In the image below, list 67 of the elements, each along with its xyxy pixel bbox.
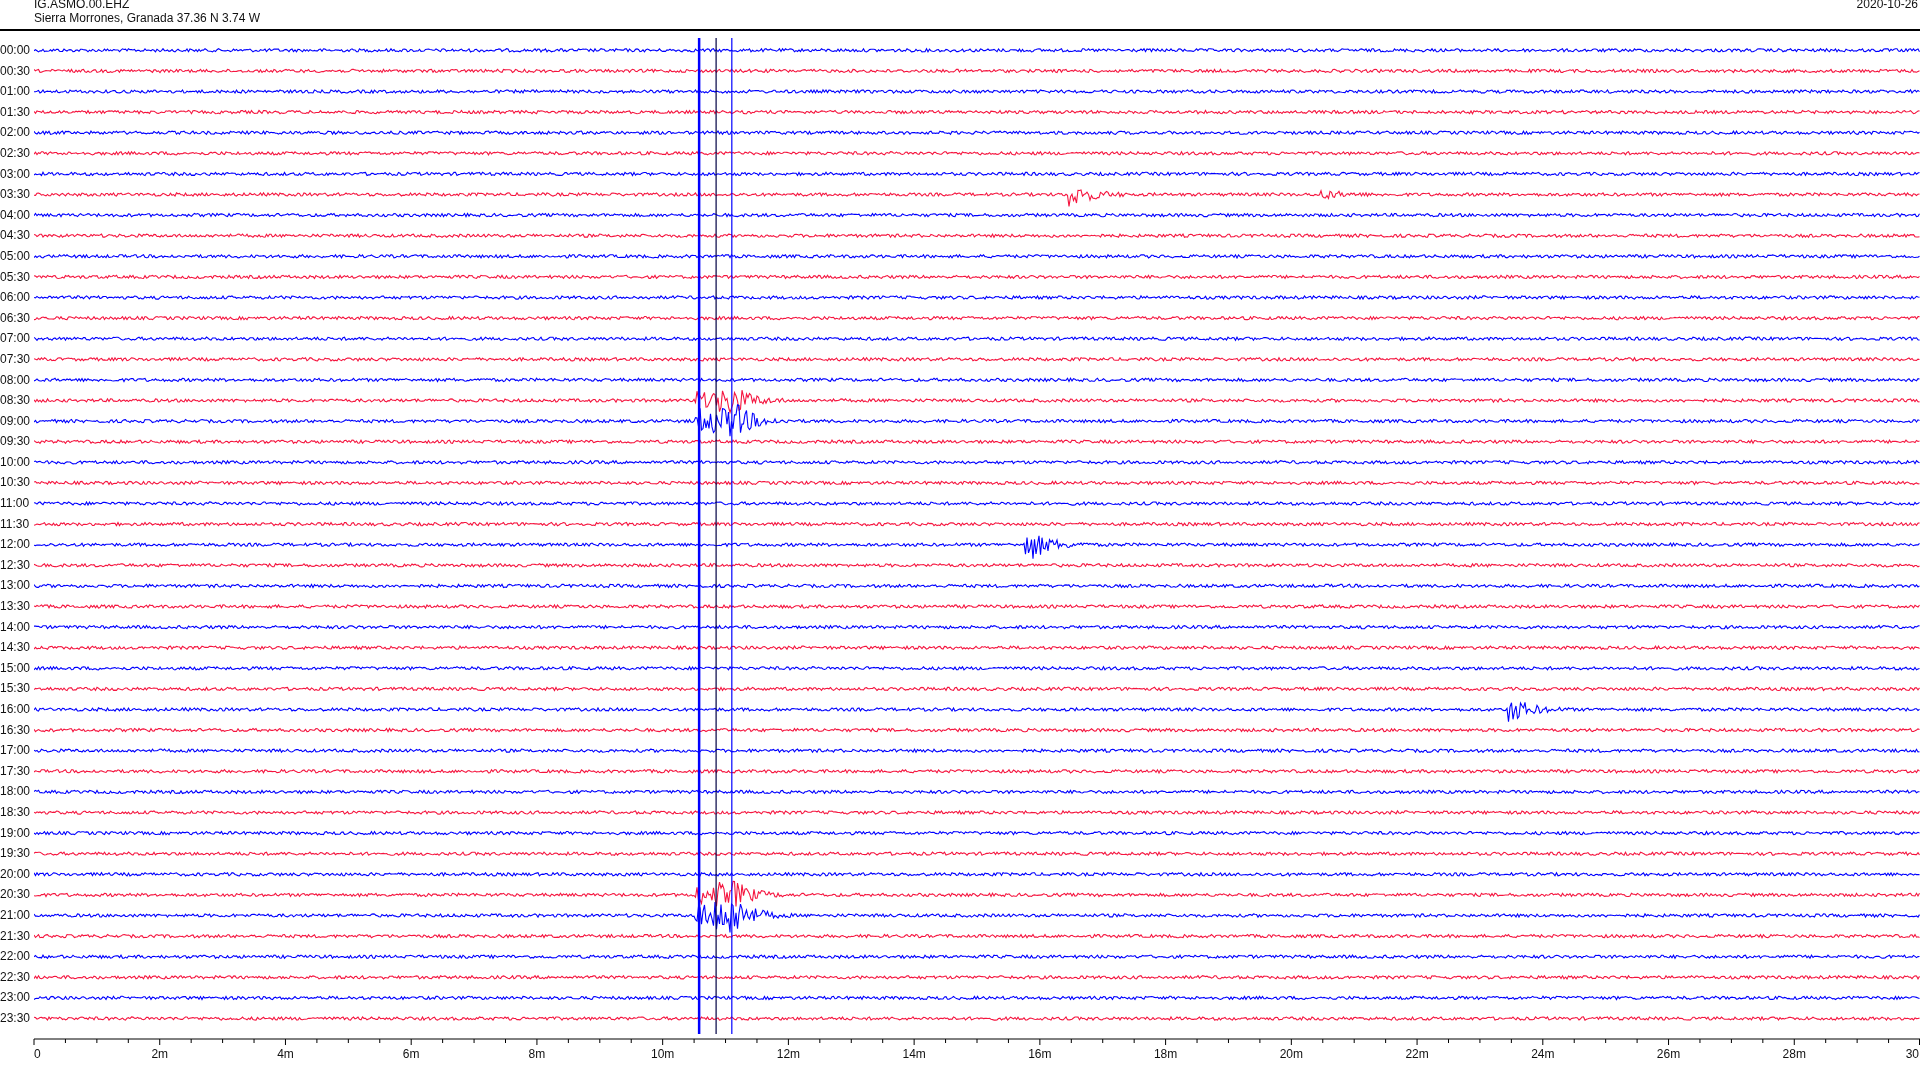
time-label: 03:00	[0, 165, 32, 183]
axis-tick-label: 30	[1905, 1047, 1919, 1061]
time-label: 21:00	[0, 906, 32, 924]
time-label: 12:00	[0, 536, 32, 554]
time-label: 03:30	[0, 186, 32, 204]
time-label: 17:30	[0, 762, 32, 780]
time-label: 16:30	[0, 721, 32, 739]
axis-tick-label: 26m	[1656, 1047, 1681, 1061]
axis-tick-label: 0	[34, 1047, 41, 1061]
time-label: 23:30	[0, 1009, 32, 1027]
time-label: 05:30	[0, 268, 32, 286]
station-location: Sierra Morrones, Granada 37.36 N 3.74 W	[34, 11, 261, 25]
axis-tick-label: 8m	[528, 1047, 546, 1061]
time-label: 01:00	[0, 83, 32, 101]
time-label: 02:00	[0, 124, 32, 142]
time-label: 18:00	[0, 783, 32, 801]
time-label: 07:00	[0, 330, 32, 348]
axis-tick-label: 14m	[902, 1047, 926, 1061]
time-label: 02:30	[0, 144, 32, 162]
axis-tick-label: 22m	[1405, 1047, 1429, 1061]
time-label: 15:30	[0, 680, 32, 698]
time-label: 07:30	[0, 350, 32, 368]
time-label: 17:00	[0, 742, 32, 760]
axis-tick-label: 24m	[1531, 1047, 1555, 1061]
time-label: 04:00	[0, 206, 32, 224]
time-label: 20:30	[0, 886, 32, 904]
time-label: 01:30	[0, 103, 32, 121]
time-label: 14:30	[0, 639, 32, 657]
time-label: 09:00	[0, 412, 32, 430]
time-label: 11:30	[0, 515, 31, 533]
time-label: 06:30	[0, 309, 32, 327]
time-label: 19:30	[0, 845, 32, 863]
time-label: 08:00	[0, 371, 32, 389]
axis-tick-label: 28m	[1782, 1047, 1806, 1061]
time-label: 00:30	[0, 62, 32, 80]
station-code: IG.ASMO.00.EHZ	[34, 0, 131, 11]
time-label: 04:30	[0, 227, 32, 245]
time-label: 00:00	[0, 42, 32, 59]
time-label: 12:30	[0, 556, 32, 574]
time-label: 10:00	[0, 453, 32, 471]
time-label: 08:30	[0, 392, 32, 410]
axis-tick-label: 10m	[651, 1047, 675, 1061]
time-label: 11:00	[0, 495, 31, 513]
time-label: 23:00	[0, 989, 32, 1007]
time-label: 22:00	[0, 948, 32, 966]
time-label: 15:00	[0, 659, 32, 677]
time-label: 06:00	[0, 289, 32, 307]
plot-date: 2020-10-26	[1856, 0, 1919, 13]
time-label: 21:30	[0, 927, 32, 945]
time-label: 18:30	[0, 803, 32, 821]
axis-tick-label: 18m	[1153, 1047, 1178, 1061]
time-label: 20:00	[0, 865, 32, 883]
time-label: 14:00	[0, 618, 32, 636]
axis-tick-label: 4m	[277, 1047, 294, 1061]
axis-tick-label: 6m	[402, 1047, 420, 1061]
axis-tick-label: 12m	[776, 1047, 801, 1061]
time-label: 22:30	[0, 968, 32, 986]
axis-tick-label: 16m	[1028, 1047, 1052, 1061]
time-label: 05:00	[0, 247, 32, 265]
time-label: 10:30	[0, 474, 32, 492]
time-label: 13:30	[0, 598, 32, 616]
time-label: 16:00	[0, 701, 32, 718]
time-label: 19:00	[0, 824, 32, 842]
time-label: 13:00	[0, 577, 32, 595]
time-label: 09:30	[0, 433, 32, 451]
axis-tick-label: 2m	[151, 1047, 169, 1061]
axis-tick-label: 20m	[1279, 1047, 1303, 1061]
